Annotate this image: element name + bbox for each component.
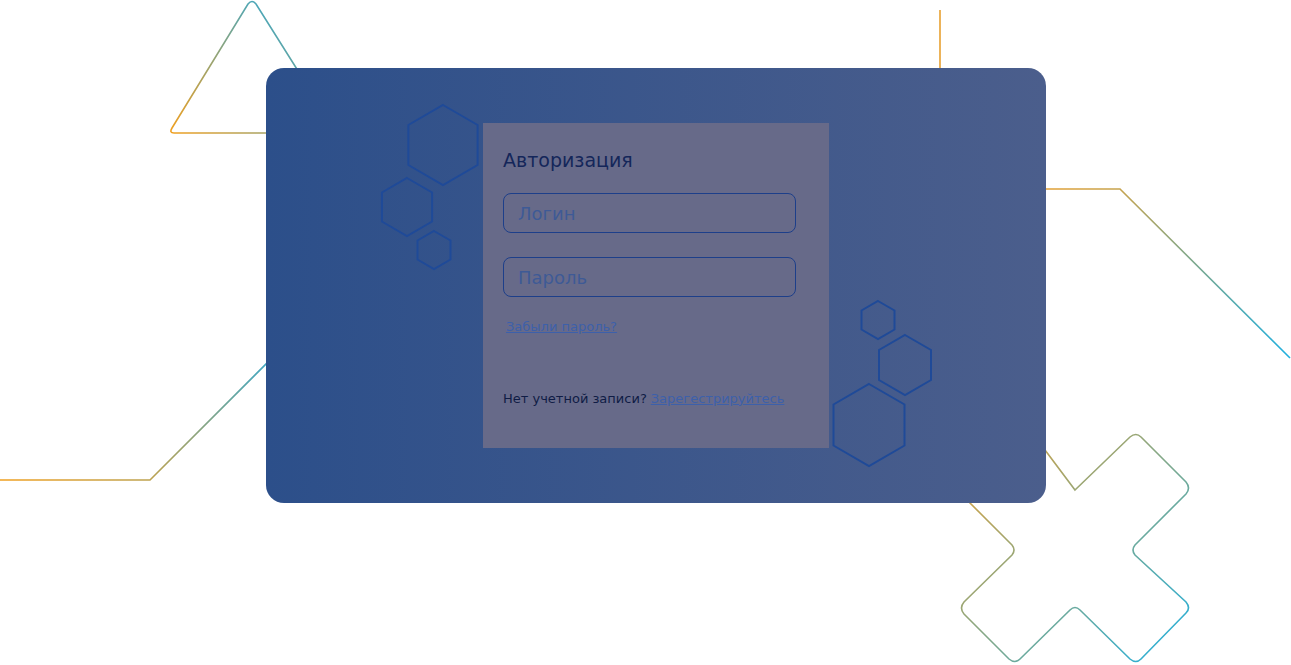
login-input[interactable]	[503, 193, 796, 233]
register-link[interactable]: Зарегестрируйтесь	[651, 389, 785, 409]
form-title: Авторизация	[503, 147, 809, 173]
auth-card: Авторизация Забыли пароль? Нет учетной зап…	[266, 68, 1046, 503]
password-input[interactable]	[503, 257, 796, 297]
page: Авторизация Забыли пароль? Нет учетной зап…	[0, 0, 1291, 665]
no-account-text: Нет учетной записи?	[503, 389, 647, 409]
forgot-password-link[interactable]: Забыли пароль?	[506, 317, 617, 337]
register-row: Нет учетной записи?Зарегестрируйтесь	[503, 389, 809, 409]
login-form: Авторизация Забыли пароль? Нет учетной зап…	[483, 123, 829, 448]
